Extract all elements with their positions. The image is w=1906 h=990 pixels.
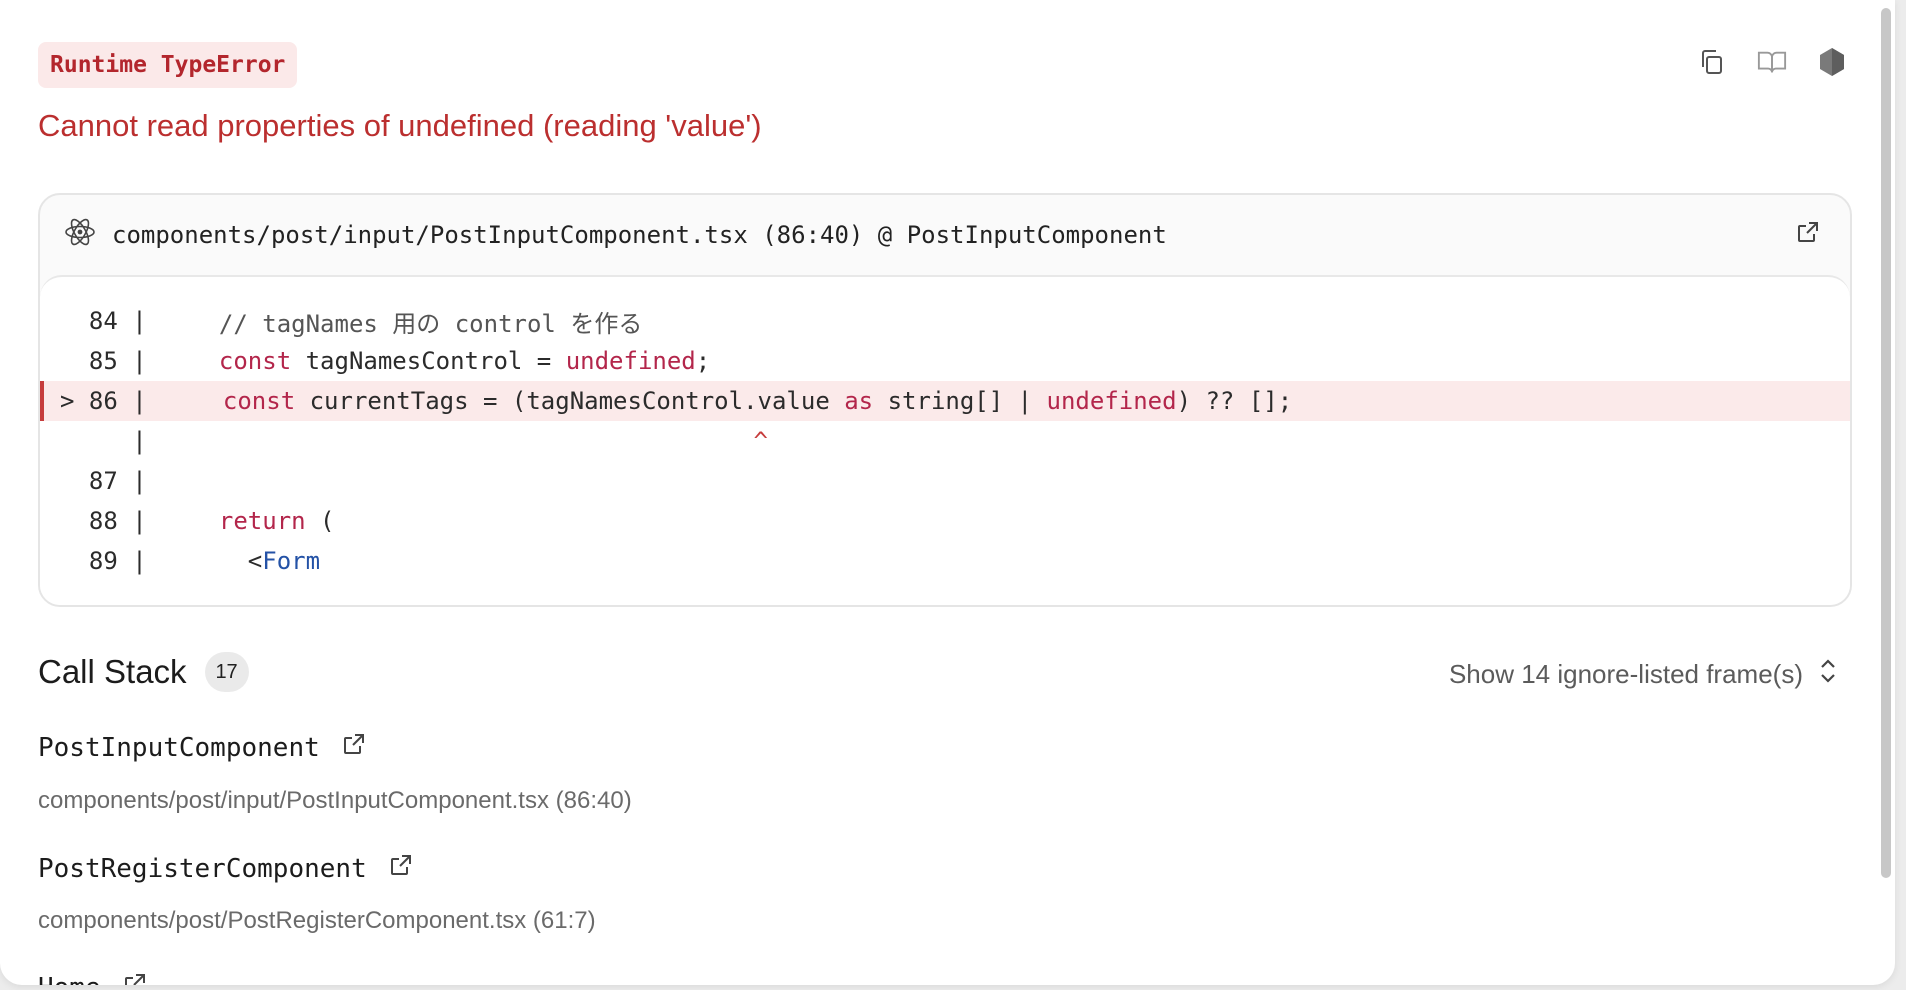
call-stack-count-badge: 17 (204, 652, 249, 692)
stack-frame-name[interactable]: PostInputComponent (38, 732, 366, 763)
open-in-editor-icon[interactable] (1796, 220, 1820, 250)
line-source: const currentTags = (tagNamesControl.val… (222, 387, 1293, 415)
show-ignored-frames-label: Show 14 ignore-listed frame(s) (1448, 659, 1803, 689)
show-ignored-frames-button[interactable]: Show 14 ignore-listed frame(s) (1449, 657, 1837, 692)
error-type-badge: Runtime TypeError (38, 42, 298, 88)
copy-icon[interactable] (1697, 47, 1727, 77)
error-message: Cannot read properties of undefined (rea… (38, 108, 762, 143)
line-number: 88 | (60, 507, 162, 535)
code-line: 88 | return ( (40, 501, 1850, 541)
code-frame: components/post/input/PostInputComponent… (38, 193, 1852, 607)
line-number: > 86 | (60, 387, 162, 415)
stack-frame-name[interactable]: Home (38, 972, 147, 985)
error-overlay-dialog: Runtime TypeError Cannot read properties… (0, 0, 1895, 985)
open-in-editor-icon[interactable] (342, 732, 366, 763)
code-line: 87 | (40, 461, 1850, 501)
call-stack-title: Call Stack (38, 653, 187, 690)
react-icon (64, 216, 96, 254)
code-line: 84 | // tagNames 用の control を作る (40, 301, 1850, 341)
chevron-up-down-icon (1819, 657, 1837, 692)
frame-function-name: PostInputComponent (38, 732, 320, 763)
frame-function-name: PostRegisterComponent (38, 853, 367, 884)
nextjs-hexagon-icon[interactable] (1817, 47, 1847, 77)
open-in-editor-icon[interactable] (389, 853, 413, 884)
error-caret: ^ (190, 427, 768, 455)
scrollbar[interactable] (1881, 8, 1891, 878)
call-stack-heading: Call Stack 17 (38, 652, 249, 692)
stack-frame-name[interactable]: PostRegisterComponent (38, 853, 413, 884)
line-source: return ( (218, 507, 335, 535)
stack-frame-location: components/post/PostRegisterComponent.ts… (38, 907, 596, 934)
frame-function-name: Home (38, 973, 101, 986)
docs-book-icon[interactable] (1757, 47, 1787, 77)
code-frame-file-label: components/post/input/PostInputComponent… (112, 221, 1167, 249)
line-number: | (60, 427, 162, 455)
line-number: 84 | (60, 307, 162, 335)
code-line: 89 | <Form (40, 541, 1850, 581)
line-source: const tagNamesControl = undefined; (218, 347, 711, 375)
open-in-editor-icon[interactable] (123, 972, 147, 985)
stack-frame-location: components/post/input/PostInputComponent… (38, 787, 632, 814)
code-line: 85 | const tagNamesControl = undefined; (40, 341, 1850, 381)
line-number: 85 | (60, 347, 162, 375)
code-frame-body: 84 | // tagNames 用の control を作る 85 | con… (40, 275, 1850, 605)
line-number: 89 | (60, 547, 162, 575)
line-source: // tagNames 用の control を作る (190, 309, 643, 338)
toolbar (1697, 47, 1847, 77)
code-line-highlighted: > 86 | const currentTags = (tagNamesCont… (40, 381, 1850, 421)
code-frame-header: components/post/input/PostInputComponent… (40, 195, 1850, 275)
line-source: <Form (190, 547, 321, 575)
code-line-caret: | ^ (40, 421, 1850, 461)
line-number: 87 | (60, 467, 162, 495)
